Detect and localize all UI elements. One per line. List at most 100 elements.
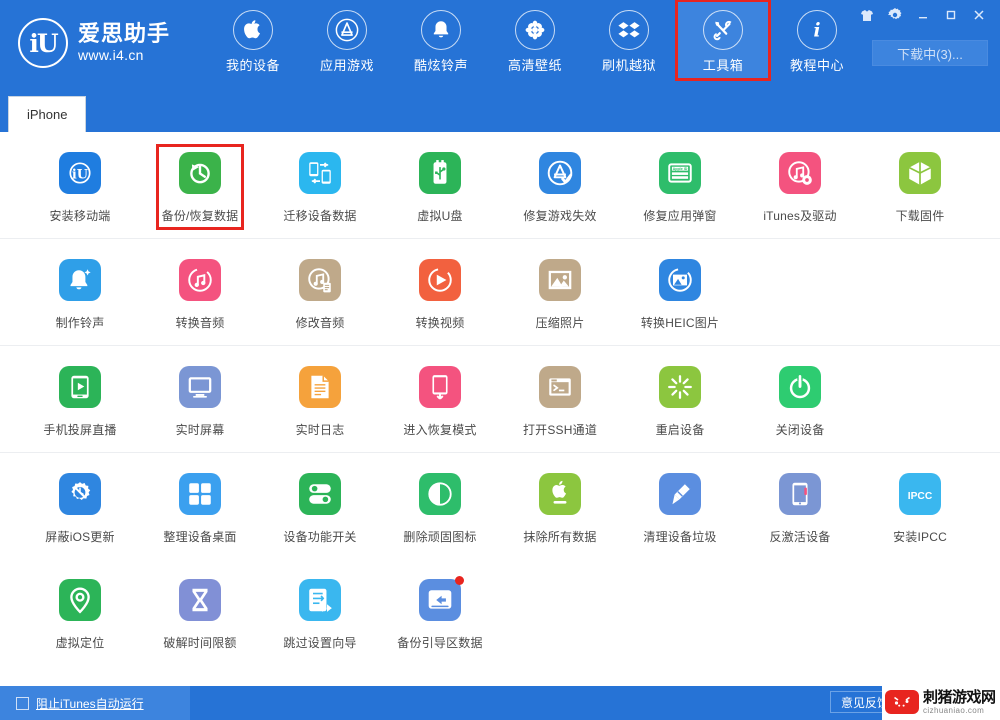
site-watermark: 刺猪游戏网 cizhuaniao.com bbox=[882, 684, 1000, 720]
nav-item-label: 教程中心 bbox=[789, 58, 844, 73]
tool-item[interactable]: 下载固件 bbox=[860, 146, 980, 232]
ssh-terminal-icon bbox=[539, 366, 581, 408]
apple-icon bbox=[233, 10, 273, 50]
tool-row: 虚拟定位 破解时间限额 跳过设置向导 备份引导区数据 bbox=[20, 559, 980, 665]
download-status-button[interactable]: 下载中(3)... bbox=[872, 40, 988, 66]
tool-item-label: 下载固件 bbox=[895, 209, 945, 223]
tool-row: 制作铃声 转换音频 修改音频 转换视频 压缩照片 转换HEIC图片 bbox=[20, 239, 980, 345]
tool-item[interactable]: 屏蔽iOS更新 bbox=[20, 467, 140, 553]
brand-url: www.i4.cn bbox=[78, 47, 144, 63]
tool-item[interactable]: 设备功能开关 bbox=[260, 467, 380, 553]
prevent-itunes-area[interactable]: 阻止iTunes自动运行 bbox=[0, 686, 190, 720]
svg-text:iU: iU bbox=[72, 167, 88, 182]
tool-item-label: 虚拟定位 bbox=[55, 636, 105, 650]
tool-item[interactable]: 虚拟定位 bbox=[20, 573, 140, 659]
skin-button[interactable] bbox=[854, 4, 880, 26]
svg-text:Apple ID: Apple ID bbox=[673, 167, 688, 171]
brand-logo-area: iU 爱思助手 www.i4.cn bbox=[0, 0, 200, 68]
tool-item[interactable]: 清理设备垃圾 bbox=[620, 467, 740, 553]
tool-item-label: 实时屏幕 bbox=[175, 423, 225, 437]
restart-device-icon bbox=[659, 366, 701, 408]
tab-iphone[interactable]: iPhone bbox=[8, 96, 87, 132]
virtual-location-icon bbox=[59, 579, 101, 621]
tool-item[interactable]: 修复游戏失效 bbox=[500, 146, 620, 232]
tool-item-label: iTunes及驱动 bbox=[763, 209, 837, 223]
tools-icon bbox=[703, 10, 743, 50]
tool-row: 手机投屏直播 实时屏幕 实时日志 进入恢复模式 打开SSH通道 重启设备 关闭设备 bbox=[20, 346, 980, 452]
svg-text:i: i bbox=[813, 20, 820, 41]
i4-app-icon: iU bbox=[59, 152, 101, 194]
status-bar: 阻止iTunes自动运行 意见反馈微信公众号 bbox=[0, 686, 1000, 720]
tool-item[interactable]: iU 安装移动端 bbox=[20, 146, 140, 232]
nav-item-label: 我的设备 bbox=[225, 58, 280, 73]
gear-icon[interactable] bbox=[882, 4, 908, 26]
tool-item[interactable]: 迁移设备数据 bbox=[260, 146, 380, 232]
tool-item[interactable]: 打开SSH通道 bbox=[500, 360, 620, 446]
nav-item-appstore[interactable]: 应用游戏 bbox=[300, 0, 394, 80]
nav-item-tools[interactable]: 工具箱 bbox=[675, 0, 771, 81]
tool-item-label: 备份引导区数据 bbox=[397, 636, 483, 650]
bell-icon bbox=[421, 10, 461, 50]
tool-item-label: 设备功能开关 bbox=[283, 530, 357, 544]
nav-item-info[interactable]: i 教程中心 bbox=[770, 0, 864, 80]
deactivate-device-icon bbox=[779, 473, 821, 515]
tool-item[interactable]: 跳过设置向导 bbox=[260, 573, 380, 659]
heic-convert-icon bbox=[659, 259, 701, 301]
flower-icon bbox=[515, 10, 555, 50]
tool-item[interactable]: 转换音频 bbox=[140, 253, 260, 339]
tool-item-label: 跳过设置向导 bbox=[283, 636, 357, 650]
tool-item[interactable]: 制作铃声 bbox=[20, 253, 140, 339]
window-controls bbox=[854, 4, 992, 26]
tool-item[interactable]: 备份引导区数据 bbox=[380, 573, 500, 659]
nav-item-bell[interactable]: 酷炫铃声 bbox=[394, 0, 488, 80]
backup-restore-icon bbox=[179, 152, 221, 194]
tool-item[interactable]: 重启设备 bbox=[620, 360, 740, 446]
prevent-itunes-checkbox[interactable] bbox=[16, 696, 29, 710]
prevent-itunes-label[interactable]: 阻止iTunes自动运行 bbox=[36, 695, 144, 712]
convert-video-icon bbox=[419, 259, 461, 301]
tool-item[interactable]: 抹除所有数据 bbox=[500, 467, 620, 553]
tool-item[interactable]: Apple ID 修复应用弹窗 bbox=[620, 146, 740, 232]
tool-row: 屏蔽iOS更新 整理设备桌面 设备功能开关 删除顽固图标 抹除所有数据 清理设备垃圾 反激活… bbox=[20, 453, 980, 559]
firmware-cube-icon bbox=[899, 152, 941, 194]
backup-boot-icon bbox=[419, 576, 464, 621]
tool-item[interactable]: 虚拟U盘 bbox=[380, 146, 500, 232]
nav-item-flower[interactable]: 高清壁纸 bbox=[488, 0, 582, 80]
watermark-subtitle: cizhuaniao.com bbox=[923, 705, 985, 715]
tool-item[interactable]: iTunes及驱动 bbox=[740, 146, 860, 232]
tool-item[interactable]: 实时屏幕 bbox=[140, 360, 260, 446]
tool-item[interactable]: 手机投屏直播 bbox=[20, 360, 140, 446]
nav-item-dropbox[interactable]: 刷机越狱 bbox=[582, 0, 676, 80]
minimize-button[interactable] bbox=[910, 4, 936, 26]
nav-item-label: 刷机越狱 bbox=[601, 58, 656, 73]
migrate-device-icon bbox=[299, 152, 341, 194]
tool-item-label: 转换视频 bbox=[415, 316, 465, 330]
tool-item-label: 清理设备垃圾 bbox=[643, 530, 717, 544]
nav-item-label: 应用游戏 bbox=[319, 58, 374, 73]
tool-item[interactable]: 反激活设备 bbox=[740, 467, 860, 553]
tool-item[interactable]: 关闭设备 bbox=[740, 360, 860, 446]
nav-item-apple[interactable]: 我的设备 bbox=[206, 0, 300, 80]
tool-item[interactable]: 删除顽固图标 bbox=[380, 467, 500, 553]
tool-item[interactable]: 整理设备桌面 bbox=[140, 467, 260, 553]
tool-item[interactable]: 备份/恢复数据 bbox=[140, 144, 260, 232]
close-button[interactable] bbox=[966, 4, 992, 26]
tool-item[interactable]: 压缩照片 bbox=[500, 253, 620, 339]
convert-audio-icon bbox=[179, 259, 221, 301]
tool-item[interactable]: 破解时间限额 bbox=[140, 573, 260, 659]
tool-item-label: 进入恢复模式 bbox=[403, 423, 477, 437]
maximize-button[interactable] bbox=[938, 4, 964, 26]
toolbox-section-device-tools: 手机投屏直播 实时屏幕 实时日志 进入恢复模式 打开SSH通道 重启设备 关闭设备 bbox=[0, 346, 1000, 453]
tool-item[interactable]: 修改音频 bbox=[260, 253, 380, 339]
tool-item[interactable]: 进入恢复模式 bbox=[380, 360, 500, 446]
tool-item-label: 打开SSH通道 bbox=[522, 423, 598, 437]
svg-text:IPCC: IPCC bbox=[908, 491, 933, 502]
watermark-title: 刺猪游戏网 bbox=[923, 688, 996, 706]
tool-item[interactable]: 实时日志 bbox=[260, 360, 380, 446]
tool-item[interactable]: 转换视频 bbox=[380, 253, 500, 339]
tool-item-label: 修复游戏失效 bbox=[523, 209, 597, 223]
tool-item[interactable]: 转换HEIC图片 bbox=[620, 253, 740, 339]
tool-item-label: 关闭设备 bbox=[775, 423, 825, 437]
live-screen-icon bbox=[179, 366, 221, 408]
tool-item[interactable]: IPCC 安装IPCC bbox=[860, 467, 980, 553]
